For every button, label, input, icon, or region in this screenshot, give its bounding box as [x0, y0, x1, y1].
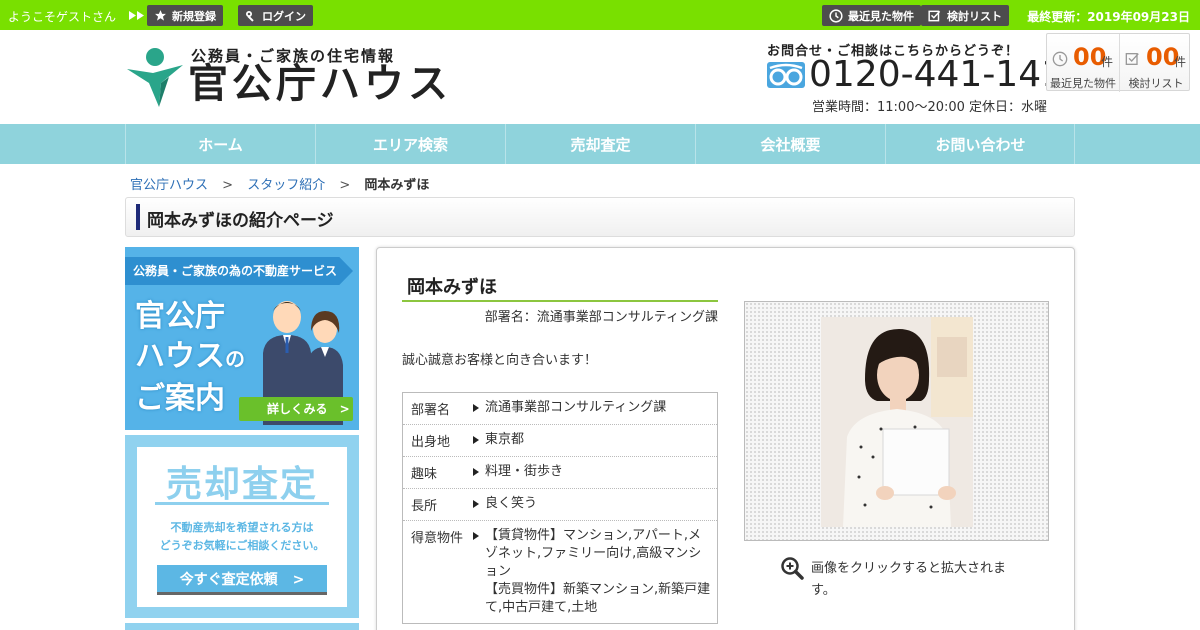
top-bar: ようこそゲストさん 新規登録 ログイン 最近見た物件 検討リスト 最終更新：20…	[0, 0, 1200, 30]
profile-value-text: 【売買物件】新築マンション,新築戸建て,中古戸建て,土地	[485, 582, 711, 615]
nav-company[interactable]: 会社概要	[695, 124, 885, 164]
staff-dept: 部署名：流通事業部コンサルティング課	[484, 310, 718, 325]
sale-banner-title: 売却査定	[165, 464, 318, 505]
recent-caption: 最近見た物件	[1050, 77, 1116, 90]
profile-value-text: 東京都	[485, 432, 525, 447]
title-accent-bar	[136, 204, 140, 230]
consider-label: 検討リスト	[947, 9, 1002, 23]
table-row: 部署名 流通事業部コンサルティング課	[403, 393, 717, 425]
guide-line1: 官公庁	[135, 299, 225, 334]
guide-line2a: ハウス	[135, 339, 225, 374]
staff-message: 誠心誠意お客様と向き合います！	[402, 353, 598, 368]
sale-request-label: 今すぐ査定依頼	[179, 572, 278, 588]
logo-figure-icon[interactable]	[125, 47, 185, 109]
chevron-right-icon: >	[292, 572, 305, 588]
guide-line3: ご案内	[135, 381, 225, 416]
nav-area-search[interactable]: エリア検索	[315, 124, 505, 164]
sale-banner-desc-1: 不動産売却を希望される方は	[170, 521, 314, 534]
guide-more-button[interactable]: 詳しくみる >	[239, 397, 353, 421]
page-title: 岡本みずほの紹介ページ	[147, 211, 334, 231]
breadcrumb: 官公庁ハウス > スタッフ紹介 > 岡本みずほ	[130, 174, 429, 193]
guide-banner[interactable]: 公務員・ご家族の為の不動産サービス 官公庁 ハウスの ご案内 詳しくみる >	[125, 247, 359, 430]
main-nav: ホーム エリア検索 売却査定 会社概要 お問い合わせ	[0, 124, 1200, 164]
recent-button[interactable]: 最近見た物件	[822, 5, 921, 26]
logo-title[interactable]: 官公庁ハウス	[188, 62, 452, 106]
counter-box: 00 件 最近見た物件 00 件 検討リスト	[1046, 33, 1191, 92]
profile-value: 良く笑う	[473, 489, 717, 520]
consider-list-button[interactable]: 検討リスト	[921, 5, 1009, 26]
guide-line2b: の	[225, 347, 245, 371]
staff-photo[interactable]	[821, 317, 973, 527]
breadcrumb-separator: >	[222, 178, 234, 193]
wrench-icon	[245, 10, 257, 22]
recent-label: 最近見た物件	[848, 9, 914, 23]
nav-divider	[1074, 124, 1075, 164]
zoom-hint: 画像をクリックすると拡大されます。	[811, 561, 1007, 598]
checkbox-icon	[928, 9, 942, 23]
guide-ribbon: 公務員・ご家族の為の不動産サービス	[125, 257, 353, 285]
profile-value-text: 良く笑う	[485, 496, 538, 511]
name-underline	[402, 300, 718, 302]
recent-unit: 件	[1101, 55, 1114, 69]
star-icon	[154, 9, 167, 22]
breadcrumb-home[interactable]: 官公庁ハウス	[130, 178, 208, 193]
guide-heading: 官公庁 ハウスの ご案内	[135, 297, 245, 419]
nav-sale-assessment[interactable]: 売却査定	[505, 124, 695, 164]
login-button[interactable]: ログイン	[238, 5, 313, 26]
page-title-box: 岡本みずほの紹介ページ	[125, 197, 1075, 237]
breadcrumb-current: 岡本みずほ	[364, 178, 430, 193]
profile-key: 部署名	[411, 403, 451, 418]
profile-value-text: 流通事業部コンサルティング課	[485, 400, 667, 415]
sale-banner-desc: 不動産売却を希望される方は どうぞお気軽にご相談ください。	[137, 519, 347, 555]
staff-photo-frame[interactable]	[744, 301, 1049, 541]
login-label: ログイン	[262, 9, 306, 23]
table-row: 出身地 東京都	[403, 425, 717, 457]
zoom-in-icon	[781, 557, 804, 580]
breadcrumb-staff[interactable]: スタッフ紹介	[247, 178, 325, 193]
sale-banner-underline	[155, 502, 329, 505]
profile-key: 趣味	[411, 467, 438, 482]
profile-value-text: 【賃貸物件】マンション,アパート,メゾネット,ファミリー向け,高級マンション	[485, 528, 702, 579]
nav-contact[interactable]: お問い合わせ	[885, 124, 1075, 164]
profile-value: 流通事業部コンサルティング課	[473, 393, 717, 424]
staff-name: 岡本みずほ	[407, 277, 497, 298]
recent-counter[interactable]: 00 件 最近見た物件	[1047, 34, 1119, 92]
profile-value: 料理・街歩き	[473, 457, 717, 488]
clock-icon	[1052, 51, 1068, 71]
consider-unit: 件	[1174, 55, 1187, 69]
sale-banner-desc-2: どうぞお気軽にご相談ください。	[159, 539, 325, 552]
breadcrumb-separator: >	[339, 178, 351, 193]
consider-counter[interactable]: 00 件 検討リスト	[1119, 34, 1191, 92]
welcome-text: ようこそゲストさん	[8, 10, 117, 24]
sidebar-banner-3[interactable]	[125, 623, 359, 630]
table-row: 得意物件 【賃貸物件】マンション,アパート,メゾネット,ファミリー向け,高級マン…	[403, 521, 717, 623]
profile-key: 長所	[411, 499, 438, 514]
nav-home[interactable]: ホーム	[125, 124, 315, 164]
profile-value: 【賃貸物件】マンション,アパート,メゾネット,ファミリー向け,高級マンション 【…	[473, 521, 717, 623]
profile-table: 部署名 流通事業部コンサルティング課 出身地 東京都 趣味 料理・街歩き 長所 …	[402, 392, 718, 624]
last-updated: 最終更新：2019年09月23日	[1027, 10, 1190, 24]
freedial-icon	[767, 62, 805, 88]
register-label: 新規登録	[172, 9, 216, 23]
profile-value: 東京都	[473, 425, 717, 456]
sale-banner-inner: 売却査定 不動産売却を希望される方は どうぞお気軽にご相談ください。 今すぐ査定…	[137, 447, 347, 607]
sale-assessment-banner[interactable]: 売却査定 不動産売却を希望される方は どうぞお気軽にご相談ください。 今すぐ査定…	[125, 435, 359, 618]
profile-key: 得意物件	[411, 531, 464, 546]
chevron-right-icon: >	[339, 402, 350, 416]
table-row: 趣味 料理・街歩き	[403, 457, 717, 489]
staff-portrait-icon	[821, 317, 973, 527]
phone-number[interactable]: 0120-441-141	[809, 55, 1064, 95]
table-row: 長所 良く笑う	[403, 489, 717, 521]
arrow-icon	[129, 11, 144, 20]
register-button[interactable]: 新規登録	[147, 5, 223, 26]
clock-icon	[829, 8, 843, 23]
business-hours: 営業時間：11:00～20:00 定休日：水曜	[812, 100, 1048, 115]
consider-caption: 検討リスト	[1128, 77, 1184, 90]
profile-value-text: 料理・街歩き	[485, 464, 564, 479]
guide-more-label: 詳しくみる	[267, 402, 328, 416]
profile-key: 出身地	[411, 435, 451, 450]
checkbox-icon	[1125, 51, 1141, 71]
sale-request-button[interactable]: 今すぐ査定依頼 >	[157, 565, 327, 595]
